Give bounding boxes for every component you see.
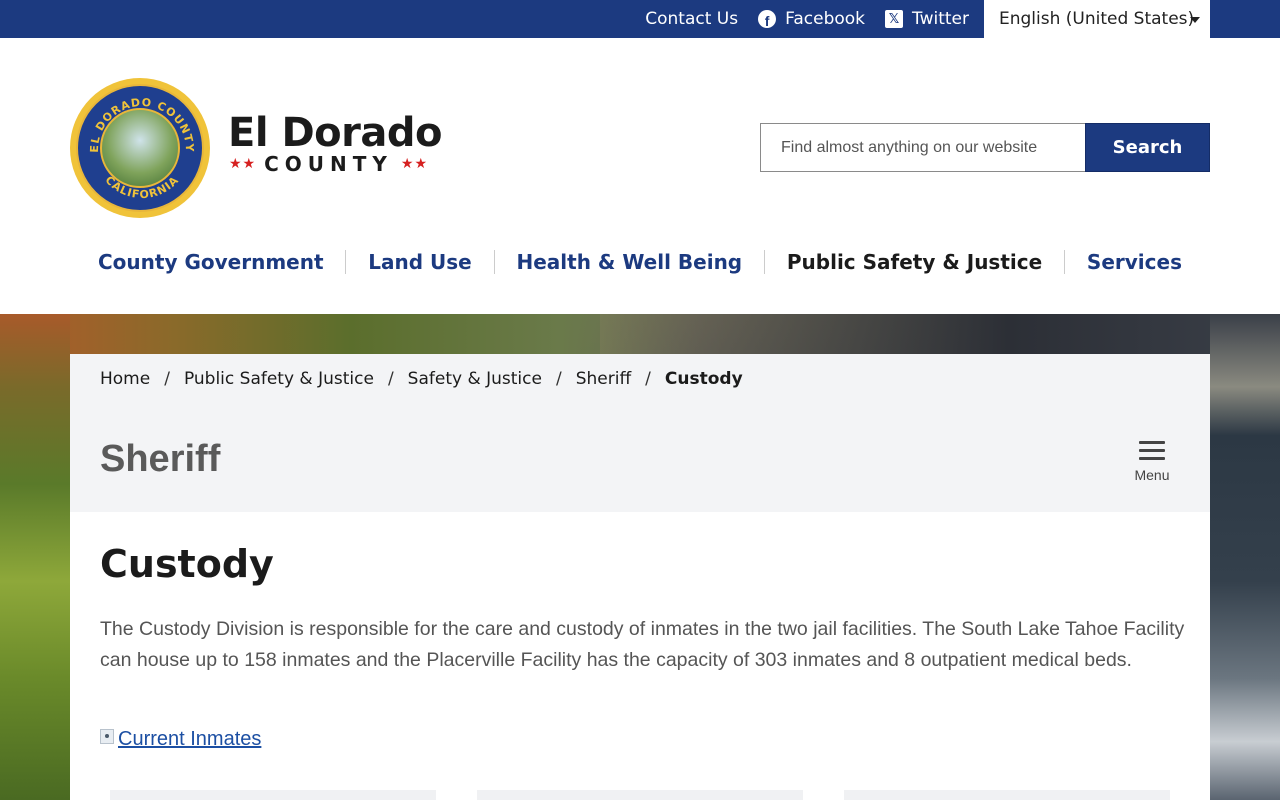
svg-text:CALIFORNIA: CALIFORNIA xyxy=(103,173,182,201)
card-row xyxy=(110,790,1170,800)
nav-divider xyxy=(1064,250,1066,274)
breadcrumb-separator: / xyxy=(387,369,394,389)
seal-lettering: EL DORADO COUNTY CALIFORNIA xyxy=(88,96,196,201)
menu-label: Menu xyxy=(1134,467,1170,483)
svg-text:EL DORADO COUNTY: EL DORADO COUNTY xyxy=(88,96,196,153)
breadcrumb-current: Custody xyxy=(664,369,743,389)
main-content: Custody The Custody Division is responsi… xyxy=(70,512,1210,800)
breadcrumb-home[interactable]: Home xyxy=(100,369,150,389)
search-button[interactable]: Search xyxy=(1085,123,1210,172)
page-title: Custody xyxy=(100,542,274,586)
nav-divider xyxy=(764,250,765,274)
hero-lake-waves xyxy=(1210,314,1280,800)
current-inmates-link-row: Current Inmates xyxy=(100,728,261,751)
x-twitter-icon: 𝕏 xyxy=(885,10,904,28)
document-icon xyxy=(100,729,114,744)
contact-us-link[interactable]: Contact Us xyxy=(645,9,738,29)
nav-item-public-safety[interactable]: Public Safety & Justice xyxy=(787,250,1042,274)
star-icon: ★★ xyxy=(400,156,429,172)
twitter-link[interactable]: 𝕏 Twitter xyxy=(885,9,969,29)
seal-ring: EL DORADO COUNTY CALIFORNIA xyxy=(76,84,204,212)
search-input[interactable] xyxy=(760,123,1085,172)
brand-subtitle: ★★ COUNTY ★★ xyxy=(229,152,428,176)
brand-name[interactable]: El Dorado xyxy=(228,110,442,156)
nav-item-services[interactable]: Services xyxy=(1087,250,1182,274)
twitter-label: Twitter xyxy=(912,9,969,29)
language-selected: English (United States) xyxy=(999,9,1195,29)
nav-item-county-government[interactable]: County Government xyxy=(98,250,324,274)
content-card[interactable] xyxy=(477,790,803,800)
nav-divider xyxy=(345,250,347,274)
content-card[interactable] xyxy=(844,790,1170,800)
contact-us-label: Contact Us xyxy=(645,9,739,29)
facebook-label: Facebook xyxy=(785,9,866,29)
seal-bottom-text: CALIFORNIA xyxy=(103,173,181,201)
hamburger-icon xyxy=(1139,441,1165,460)
seal-top-text: EL DORADO COUNTY xyxy=(88,96,195,153)
county-seal-logo[interactable]: EL DORADO COUNTY CALIFORNIA xyxy=(70,78,210,218)
section-header-panel: Home / Public Safety & Justice / Safety … xyxy=(70,354,1210,512)
top-utility-bar: Contact Us f Facebook 𝕏 Twitter English … xyxy=(0,0,1280,38)
hero-sky xyxy=(600,314,1280,354)
section-menu-button[interactable]: Menu xyxy=(1134,440,1170,484)
nav-item-land-use[interactable]: Land Use xyxy=(368,250,471,274)
utility-links: Contact Us f Facebook 𝕏 Twitter xyxy=(645,0,969,38)
content-card[interactable] xyxy=(110,790,436,800)
chevron-down-icon xyxy=(1190,17,1200,23)
hero-trees xyxy=(0,314,700,354)
facebook-link[interactable]: f Facebook xyxy=(758,9,865,29)
breadcrumb: Home / Public Safety & Justice / Safety … xyxy=(100,369,743,389)
site-search: Search xyxy=(760,123,1210,172)
nav-item-health[interactable]: Health & Well Being xyxy=(517,250,743,274)
star-icon: ★★ xyxy=(229,156,257,172)
facebook-icon: f xyxy=(758,10,777,28)
main-navigation: County Government Land Use Health & Well… xyxy=(70,240,1210,284)
hero-foliage xyxy=(0,314,70,800)
breadcrumb-separator: / xyxy=(645,369,651,389)
current-inmates-link[interactable]: Current Inmates xyxy=(118,728,261,751)
breadcrumb-safety-justice[interactable]: Safety & Justice xyxy=(408,369,542,389)
nav-divider xyxy=(493,250,495,274)
breadcrumb-sheriff[interactable]: Sheriff xyxy=(576,369,631,389)
breadcrumb-public-safety[interactable]: Public Safety & Justice xyxy=(184,369,374,389)
breadcrumb-separator: / xyxy=(164,369,170,389)
intro-paragraph: The Custody Division is responsible for … xyxy=(100,618,1185,671)
language-select[interactable]: English (United States) xyxy=(984,0,1210,38)
section-title: Sheriff xyxy=(100,438,221,480)
breadcrumb-separator: / xyxy=(555,369,562,389)
brand-sub-label: COUNTY xyxy=(264,152,393,176)
